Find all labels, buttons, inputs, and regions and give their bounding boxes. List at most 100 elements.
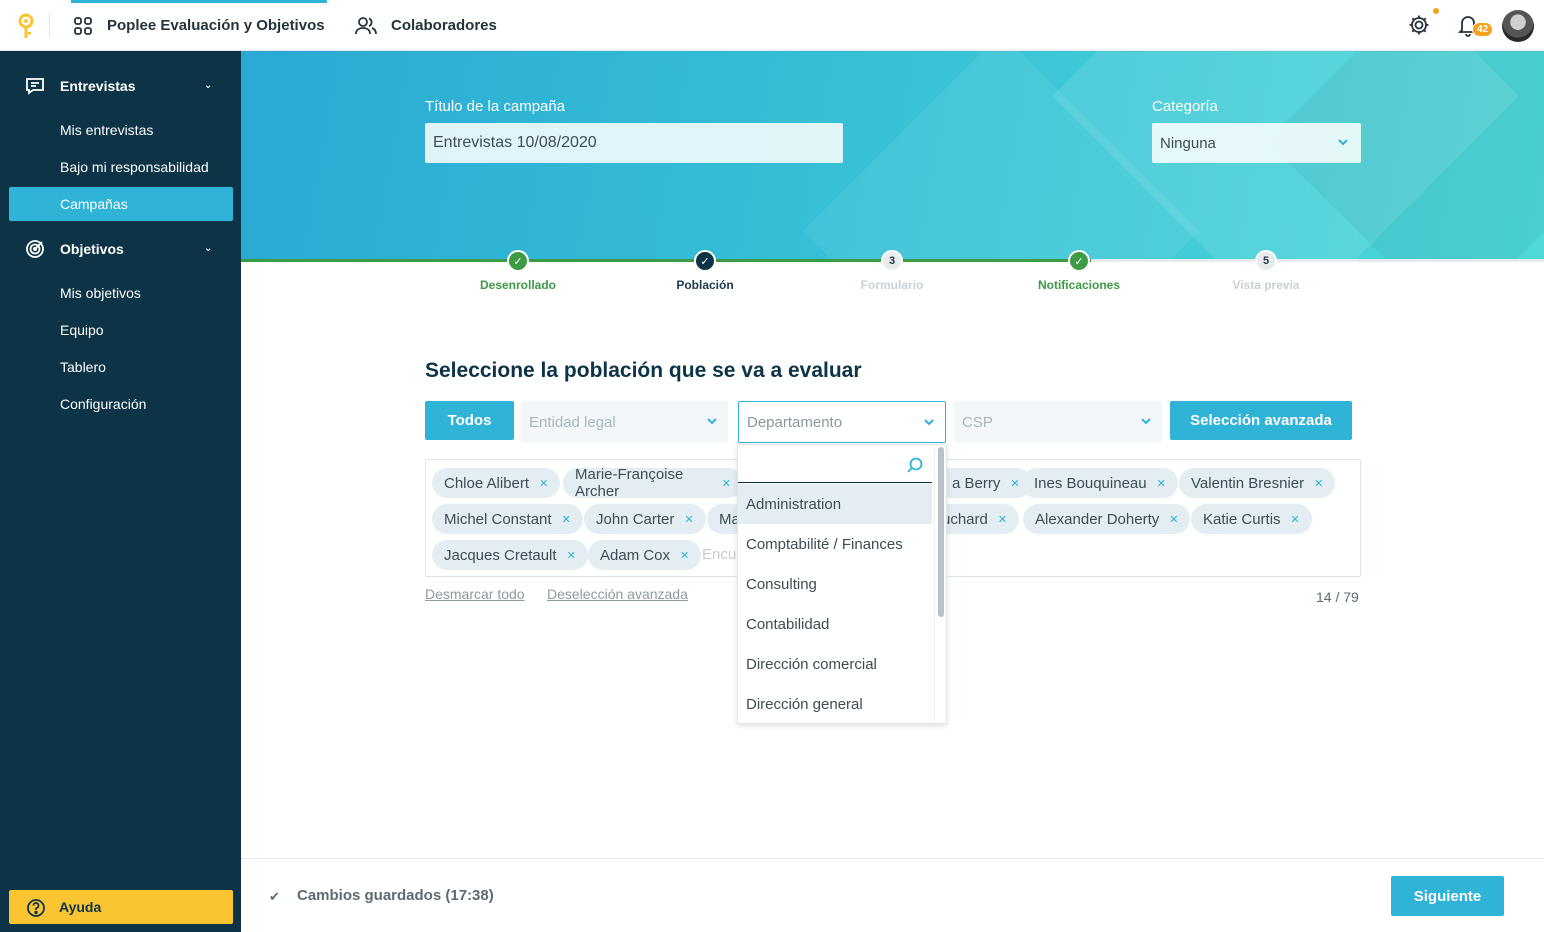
main-content: Título de la campaña Entrevistas 10/08/2…	[241, 51, 1544, 932]
step-number: 3	[881, 250, 903, 272]
step-label: Notificaciones	[1037, 278, 1121, 292]
chevron-down-icon	[923, 415, 935, 432]
step-label: Desenrollado	[479, 278, 557, 292]
dropdown-option[interactable]: Administration	[738, 484, 932, 524]
remove-tag-icon[interactable]: ✕	[1157, 477, 1166, 490]
step-label: Vista previa	[1232, 278, 1300, 292]
tag-label: Valentin Bresnier	[1191, 474, 1305, 492]
campaign-title-label: Título de la campaña	[425, 98, 566, 115]
department-placeholder: Departamento	[747, 413, 843, 431]
tag-valentin-bresnier: Valentin Bresnier ✕	[1179, 468, 1336, 498]
settings-gear-icon[interactable]	[1408, 14, 1430, 41]
sidebar-item-configuracion[interactable]: Configuración	[9, 387, 233, 421]
user-avatar[interactable]	[1502, 10, 1534, 42]
check-icon: ✓	[694, 250, 716, 272]
remove-tag-icon[interactable]: ✕	[684, 513, 693, 526]
sidebar-section-entrevistas[interactable]: Entrevistas ⌄	[0, 68, 241, 104]
step-formulario[interactable]: 3 Formulario	[822, 250, 962, 292]
tag-label: Michel Constant	[444, 510, 552, 528]
dropdown-option[interactable]: Comptabilité / Finances	[738, 524, 932, 564]
tag-label: Alexander Doherty	[1035, 510, 1160, 528]
step-vista-previa[interactable]: 5 Vista previa	[1196, 250, 1336, 292]
dropdown-option[interactable]: Contabilidad	[738, 604, 932, 644]
check-icon: ✓	[1068, 250, 1090, 272]
target-icon	[25, 239, 45, 262]
remove-tag-icon[interactable]: ✕	[562, 513, 571, 526]
check-icon: ✔	[269, 889, 280, 904]
remove-tag-icon[interactable]: ✕	[680, 549, 689, 562]
nav-evaluacion-objetivos[interactable]: Poplee Evaluación y Objetivos	[71, 0, 327, 51]
population-heading: Seleccione la población que se va a eval…	[425, 359, 862, 382]
tag-marie-francoise-archer: Marie-Françoise Archer ✕	[563, 466, 743, 500]
check-icon: ✓	[507, 250, 529, 272]
nav-label: Poplee Evaluación y Objetivos	[107, 17, 325, 34]
nav-colaboradores[interactable]: Colaboradores	[355, 0, 497, 51]
next-button[interactable]: Siguiente	[1391, 876, 1504, 916]
dropdown-option[interactable]: Dirección general	[738, 684, 932, 723]
poplee-logo-icon[interactable]	[14, 12, 38, 40]
sidebar-item-bajo-mi-responsabilidad[interactable]: Bajo mi responsabilidad	[9, 150, 233, 184]
remove-tag-icon[interactable]: ✕	[722, 477, 731, 490]
footer-bar: ✔ Cambios guardados (17:38) Siguiente	[241, 858, 1544, 932]
selection-count: 14 / 79	[1316, 589, 1359, 605]
tag-label: Ines Bouquineau	[1034, 474, 1147, 492]
tag-label: Jacques Cretault	[444, 546, 557, 564]
department-search-input[interactable]	[738, 445, 932, 483]
unselect-all-link[interactable]: Desmarcar todo	[425, 586, 525, 602]
tag-label: Chloe Alibert	[444, 474, 530, 492]
sidebar-item-equipo[interactable]: Equipo	[9, 313, 233, 347]
legal-entity-placeholder: Entidad legal	[529, 413, 616, 431]
legal-entity-filter[interactable]: Entidad legal	[521, 401, 728, 443]
nav-label: Colaboradores	[391, 17, 497, 34]
sidebar-item-mis-objetivos[interactable]: Mis objetivos	[9, 276, 233, 310]
remove-tag-icon[interactable]: ✕	[1314, 477, 1323, 490]
tag-jacques-cretault: Jacques Cretault ✕	[432, 540, 588, 570]
remove-tag-icon[interactable]: ✕	[1169, 513, 1178, 526]
category-select[interactable]: Ninguna	[1152, 123, 1361, 163]
sidebar-item-mis-entrevistas[interactable]: Mis entrevistas	[9, 113, 233, 147]
csp-filter[interactable]: CSP	[954, 401, 1162, 443]
chevron-down-icon	[706, 414, 718, 431]
sidebar-item-campanas[interactable]: Campañas	[9, 187, 233, 221]
remove-tag-icon[interactable]: ✕	[998, 513, 1007, 526]
advanced-selection-button[interactable]: Selección avanzada	[1170, 401, 1352, 440]
csp-placeholder: CSP	[962, 413, 993, 431]
tag-john-carter: John Carter ✕	[584, 504, 706, 534]
advanced-unselect-link[interactable]: Deselección avanzada	[547, 586, 688, 602]
dropdown-option[interactable]: Consulting	[738, 564, 932, 604]
department-dropdown: Administration Comptabilité / Finances C…	[737, 444, 947, 724]
tag-label: Adam Cox	[600, 546, 671, 564]
sidebar-section-label: Objetivos	[60, 241, 124, 257]
department-filter[interactable]: Departamento	[738, 401, 946, 443]
sidebar-section-objetivos[interactable]: Objetivos ⌄	[0, 231, 241, 267]
step-number: 5	[1255, 250, 1277, 272]
dropdown-option[interactable]: Dirección comercial	[738, 644, 932, 684]
campaign-title-input[interactable]: Entrevistas 10/08/2020	[425, 123, 843, 163]
tag-michel-constant: Michel Constant ✕	[432, 504, 583, 534]
chevron-down-icon: ⌄	[204, 80, 213, 91]
step-poblacion[interactable]: ✓ Población	[635, 250, 775, 292]
search-icon	[906, 456, 924, 479]
sidebar: Entrevistas ⌄ Mis entrevistas Bajo mi re…	[0, 51, 241, 932]
remove-tag-icon[interactable]: ✕	[1291, 513, 1300, 526]
sidebar-item-tablero[interactable]: Tablero	[9, 350, 233, 384]
help-button[interactable]: Ayuda	[9, 890, 233, 924]
step-desenrollado[interactable]: ✓ Desenrollado	[448, 250, 588, 292]
step-notificaciones[interactable]: ✓ Notificaciones	[1009, 250, 1149, 292]
users-icon	[355, 16, 377, 36]
tag-katie-curtis: Katie Curtis ✕	[1191, 504, 1312, 534]
question-circle-icon	[26, 898, 46, 921]
tag-label: Katie Curtis	[1203, 510, 1281, 528]
select-all-button[interactable]: Todos	[425, 401, 514, 440]
dropdown-scrollbar[interactable]	[938, 447, 944, 617]
remove-tag-icon[interactable]: ✕	[567, 549, 576, 562]
remove-tag-icon[interactable]: ✕	[1010, 477, 1019, 490]
tag-label: John Carter	[596, 510, 675, 528]
tag-ines-bouquineau: Ines Bouquineau ✕	[1022, 468, 1178, 498]
remove-tag-icon[interactable]: ✕	[539, 477, 548, 490]
saved-status: Cambios guardados (17:38)	[297, 887, 494, 904]
tag-chloe-alibert: Chloe Alibert ✕	[432, 468, 561, 498]
step-label: Población	[676, 278, 734, 292]
chevron-down-icon	[1337, 135, 1349, 152]
grid-icon	[73, 16, 93, 36]
